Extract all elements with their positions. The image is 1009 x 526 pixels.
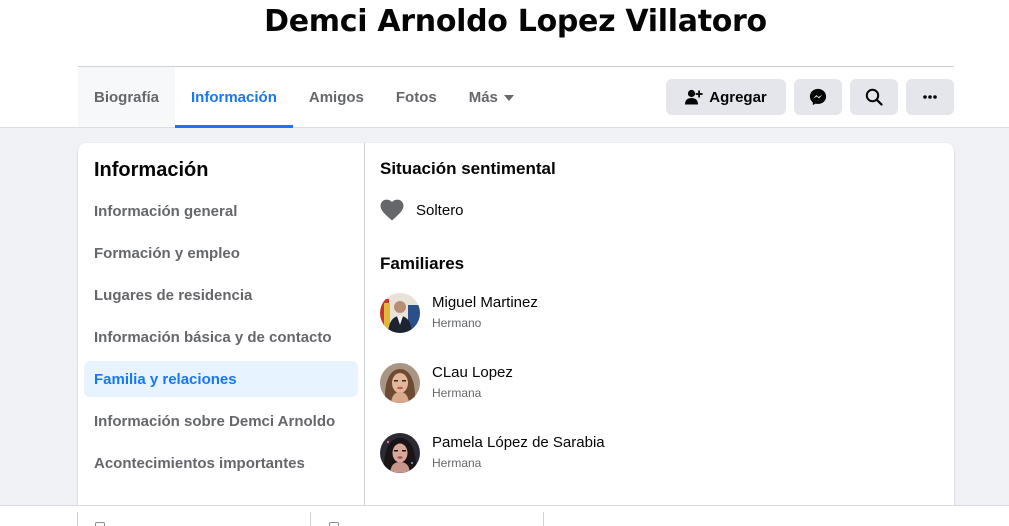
profile-header: Demci Arnoldo Lopez Villatoro Biografía … [0,0,1009,128]
tab-amigos[interactable]: Amigos [293,67,380,127]
heart-icon [380,199,404,221]
family-section-title: Familiares [380,254,465,273]
add-friend-label: Agregar [709,88,767,106]
caret-down-icon [503,95,514,101]
sidebar-item-life-events[interactable]: Acontecimientos importantes [84,445,358,481]
relationship-row: Soltero [380,199,464,221]
search-icon [865,88,883,106]
family-member: Pamela López de Sarabia Hermana [380,433,605,473]
messenger-icon [809,88,827,106]
more-button[interactable] [906,79,954,115]
tab-label: Información [191,88,277,106]
family-member-relation: Hermana [432,456,482,470]
more-icon [923,95,937,99]
sidebar-item-contact-info[interactable]: Información básica y de contacto [84,319,358,355]
family-member: Miguel Martinez Hermano [380,293,538,333]
sidebar-item-label: Acontecimientos importantes [94,454,305,472]
add-friend-button[interactable]: Agregar [666,79,786,115]
page-icon [95,522,105,526]
sidebar-item-label: Información general [94,202,238,220]
sidebar-item-label: Familia y relaciones [94,370,237,388]
tab-mas[interactable]: Más [453,67,530,127]
tab-biografia[interactable]: Biografía [78,67,176,127]
about-sidebar: Información Información general Formació… [78,143,365,526]
family-member-name[interactable]: Miguel Martinez [432,293,538,313]
toolbar-divider [310,512,311,526]
family-member-relation: Hermana [432,386,482,400]
tab-label: Biografía [94,88,160,106]
relationship-section-title: Situación sentimental [380,159,556,178]
sidebar-item-label: Información básica y de contacto [94,328,332,346]
toolbar-divider [543,512,544,526]
family-member-name[interactable]: Pamela López de Sarabia [432,433,605,453]
avatar[interactable] [380,363,420,403]
sidebar-item-places[interactable]: Lugares de residencia [84,277,358,313]
add-friend-icon [685,89,703,105]
sidebar-item-details[interactable]: Información sobre Demci Arnoldo [84,403,358,439]
sidebar-item-label: Lugares de residencia [94,286,253,304]
sidebar-item-label: Información sobre Demci Arnoldo [94,412,336,430]
toolbar-divider [77,512,78,526]
sidebar-title: Información [94,159,209,181]
relationship-status: Soltero [416,201,464,219]
tab-informacion[interactable]: Información [175,67,293,128]
sidebar-item-work-education[interactable]: Formación y empleo [84,235,358,271]
bottom-toolbar [0,505,1009,526]
sidebar-item-label: Formación y empleo [94,244,240,262]
about-card: Información Información general Formació… [78,143,954,526]
profile-actions: Agregar [666,79,954,115]
page-icon [329,522,339,526]
profile-name: Demci Arnoldo Lopez Villatoro [264,4,767,39]
sidebar-list: Información general Formación y empleo L… [84,193,358,487]
avatar[interactable] [380,433,420,473]
sidebar-item-overview[interactable]: Información general [84,193,358,229]
messenger-button[interactable] [794,79,842,115]
tab-label: Fotos [395,88,437,106]
tab-fotos[interactable]: Fotos [380,67,453,127]
family-member-relation: Hermano [432,316,482,330]
sidebar-item-family-relationships[interactable]: Familia y relaciones [84,361,358,397]
profile-tabs: Biografía Información Amigos Fotos Más [78,67,530,128]
avatar[interactable] [380,293,420,333]
search-button[interactable] [850,79,898,115]
family-member-name[interactable]: CLau Lopez [432,363,513,383]
tab-label: Más [468,88,498,106]
tab-label: Amigos [308,88,364,106]
family-member: CLau Lopez Hermana [380,363,513,403]
